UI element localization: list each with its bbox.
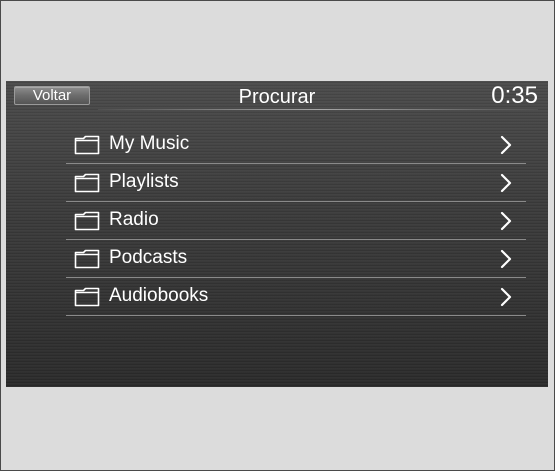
- folder-icon: [74, 287, 100, 307]
- menu-item-label: Playlists: [109, 171, 179, 192]
- chevron-right-icon: [500, 249, 512, 269]
- menu-item-label: My Music: [109, 133, 190, 154]
- chevron-right-icon: [500, 135, 512, 155]
- title-divider: [98, 109, 538, 110]
- screen-title: Procurar: [238, 86, 316, 108]
- folder-icon: [74, 173, 100, 193]
- chevron-right-icon: [500, 173, 512, 193]
- chevron-right-icon: [500, 211, 512, 231]
- menu-item-audiobooks[interactable]: Audiobooks: [66, 278, 526, 316]
- folder-icon: [74, 249, 100, 269]
- browse-screen: Voltar Procurar 0:35 My Music Playlists: [6, 81, 548, 387]
- folder-icon: [74, 135, 100, 155]
- browse-menu-list: My Music Playlists Radio Podcasts Audiob…: [66, 126, 526, 316]
- folder-icon: [74, 211, 100, 231]
- menu-item-my-music[interactable]: My Music: [66, 126, 526, 164]
- clock: 0:35: [491, 82, 538, 109]
- chevron-right-icon: [500, 287, 512, 307]
- menu-item-radio[interactable]: Radio: [66, 202, 526, 240]
- menu-item-playlists[interactable]: Playlists: [66, 164, 526, 202]
- menu-item-podcasts[interactable]: Podcasts: [66, 240, 526, 278]
- menu-item-label: Radio: [109, 209, 159, 230]
- menu-item-label: Podcasts: [109, 247, 188, 268]
- menu-item-label: Audiobooks: [109, 285, 209, 306]
